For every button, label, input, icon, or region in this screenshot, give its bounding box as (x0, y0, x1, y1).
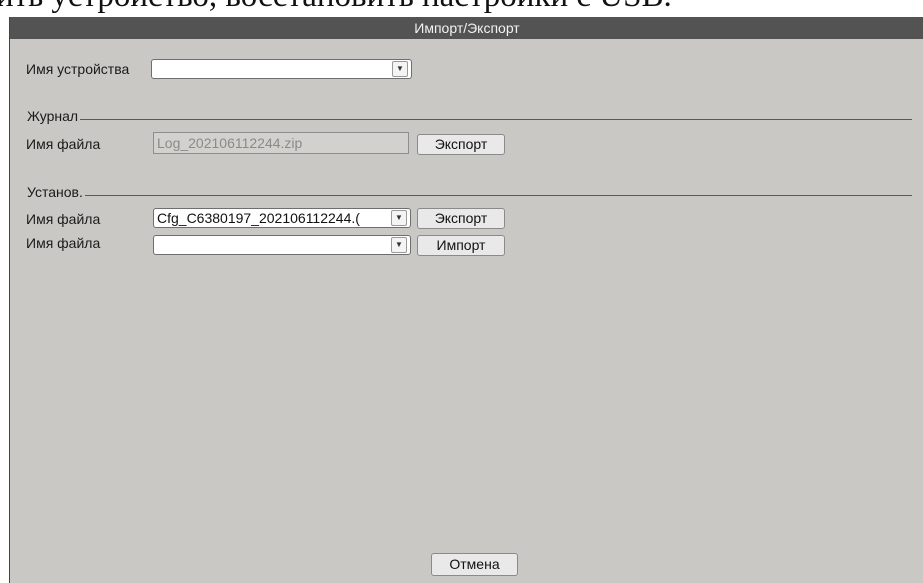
log-section-header: Журнал (27, 108, 912, 126)
config-export-file-label: Имя файла (26, 211, 101, 227)
config-export-file-select[interactable]: Cfg_C6380197_202106112244.( ▼ (153, 208, 411, 228)
log-file-field: Log_202106112244.zip (153, 132, 409, 154)
chevron-down-icon[interactable]: ▼ (392, 61, 408, 77)
config-section-title: Установ. (27, 184, 85, 200)
section-divider (27, 119, 912, 120)
background-document-text: ить устройство, восстановить настройки с… (0, 0, 672, 15)
config-section-header: Установ. (27, 184, 912, 202)
config-import-file-label: Имя файла (26, 235, 101, 251)
dialog-title: Импорт/Экспорт (10, 17, 923, 39)
device-name-label: Имя устройства (26, 61, 130, 77)
config-import-button[interactable]: Импорт (417, 235, 505, 256)
import-export-dialog: Импорт/Экспорт Имя устройства ▼ Журнал И… (9, 17, 923, 583)
device-name-select[interactable]: ▼ (151, 59, 412, 79)
config-import-file-select[interactable]: ▼ (153, 235, 411, 255)
log-section-title: Журнал (27, 108, 81, 124)
chevron-down-icon[interactable]: ▼ (391, 237, 407, 253)
log-export-button[interactable]: Экспорт (417, 134, 505, 155)
chevron-down-icon[interactable]: ▼ (391, 210, 407, 226)
config-export-file-value: Cfg_C6380197_202106112244.( (157, 210, 360, 226)
log-file-label: Имя файла (26, 136, 101, 152)
cancel-button[interactable]: Отмена (431, 553, 518, 576)
config-export-button[interactable]: Экспорт (417, 208, 505, 229)
section-divider (27, 195, 912, 196)
